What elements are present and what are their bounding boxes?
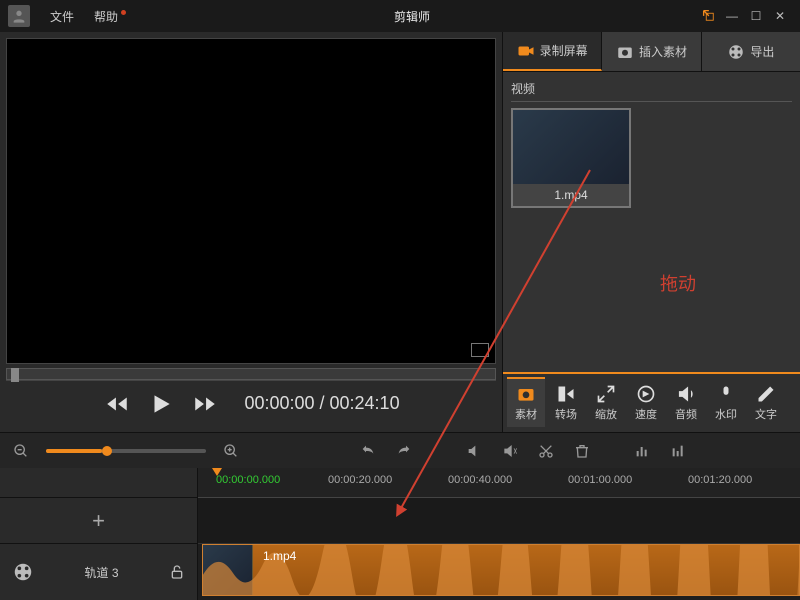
section-video: 视频	[511, 80, 792, 102]
menu-file[interactable]: 文件	[40, 8, 84, 25]
ruler-tick: 00:00:40.000	[448, 474, 512, 486]
tab-export[interactable]: 导出	[702, 32, 800, 71]
close-button[interactable]: ✕	[768, 9, 792, 23]
clip-name: 1.mp4	[263, 549, 296, 563]
tool-transition[interactable]: 转场	[547, 378, 585, 428]
thumb-image	[513, 110, 629, 184]
levels1-button[interactable]	[631, 440, 653, 462]
forward-button[interactable]	[190, 389, 220, 419]
popout-button[interactable]	[696, 8, 720, 25]
delete-button[interactable]	[571, 440, 593, 462]
zoom-out-button[interactable]	[10, 440, 32, 462]
unlock-icon[interactable]	[169, 564, 185, 580]
track-lane-empty[interactable]	[198, 498, 800, 544]
redo-button[interactable]	[393, 440, 415, 462]
zoom-slider[interactable]	[46, 449, 206, 453]
volume-button[interactable]	[499, 440, 521, 462]
levels2-button[interactable]	[667, 440, 689, 462]
video-preview[interactable]	[6, 38, 496, 364]
film-icon	[12, 561, 34, 583]
zoom-in-button[interactable]	[220, 440, 242, 462]
tool-zoom[interactable]: 缩放	[587, 378, 625, 428]
fullscreen-icon[interactable]	[471, 343, 489, 357]
rewind-button[interactable]	[102, 389, 132, 419]
ruler-tick: 00:01:00.000	[568, 474, 632, 486]
tab-insert-label: 插入素材	[639, 43, 687, 60]
app-title: 剪辑师	[128, 8, 696, 25]
undo-button[interactable]	[357, 440, 379, 462]
cut-button[interactable]	[535, 440, 557, 462]
tab-record-label: 录制屏幕	[540, 42, 588, 59]
time-ruler[interactable]: 00:00:00.000 00:00:20.000 00:00:40.000 0…	[198, 468, 800, 498]
drag-annotation: 拖动	[660, 270, 696, 296]
maximize-button[interactable]: ☐	[744, 9, 768, 23]
thumb-label: 1.mp4	[513, 184, 629, 206]
tab-record[interactable]: 录制屏幕	[503, 32, 602, 71]
tab-export-label: 导出	[750, 43, 774, 60]
track-name: 轨道 3	[84, 564, 118, 581]
play-button[interactable]	[146, 389, 176, 419]
ruler-tick: 00:01:20.000	[688, 474, 752, 486]
track-header[interactable]: 轨道 3	[0, 544, 197, 600]
avatar[interactable]	[8, 5, 30, 27]
tool-audio[interactable]: 音频	[667, 378, 705, 428]
menu-help-label: 帮助	[94, 10, 118, 24]
timecode: 00:00:00 / 00:24:10	[244, 393, 399, 414]
tab-insert[interactable]: 插入素材	[602, 32, 701, 71]
timeline-clip[interactable]: 1.mp4	[202, 544, 800, 596]
tool-text[interactable]: 文字	[747, 378, 785, 428]
mute-button[interactable]	[463, 440, 485, 462]
add-track-button[interactable]: +	[0, 498, 197, 544]
minimize-button[interactable]: —	[720, 9, 744, 23]
media-thumb[interactable]: 1.mp4	[511, 108, 631, 208]
scrub-bar[interactable]	[6, 368, 496, 380]
tool-speed[interactable]: 速度	[627, 378, 665, 428]
menu-help[interactable]: 帮助	[84, 8, 128, 25]
tool-watermark[interactable]: 水印	[707, 378, 745, 428]
ruler-tick: 00:00:20.000	[328, 474, 392, 486]
tool-material[interactable]: 素材	[507, 377, 545, 427]
playhead-time: 00:00:00.000	[216, 474, 280, 486]
